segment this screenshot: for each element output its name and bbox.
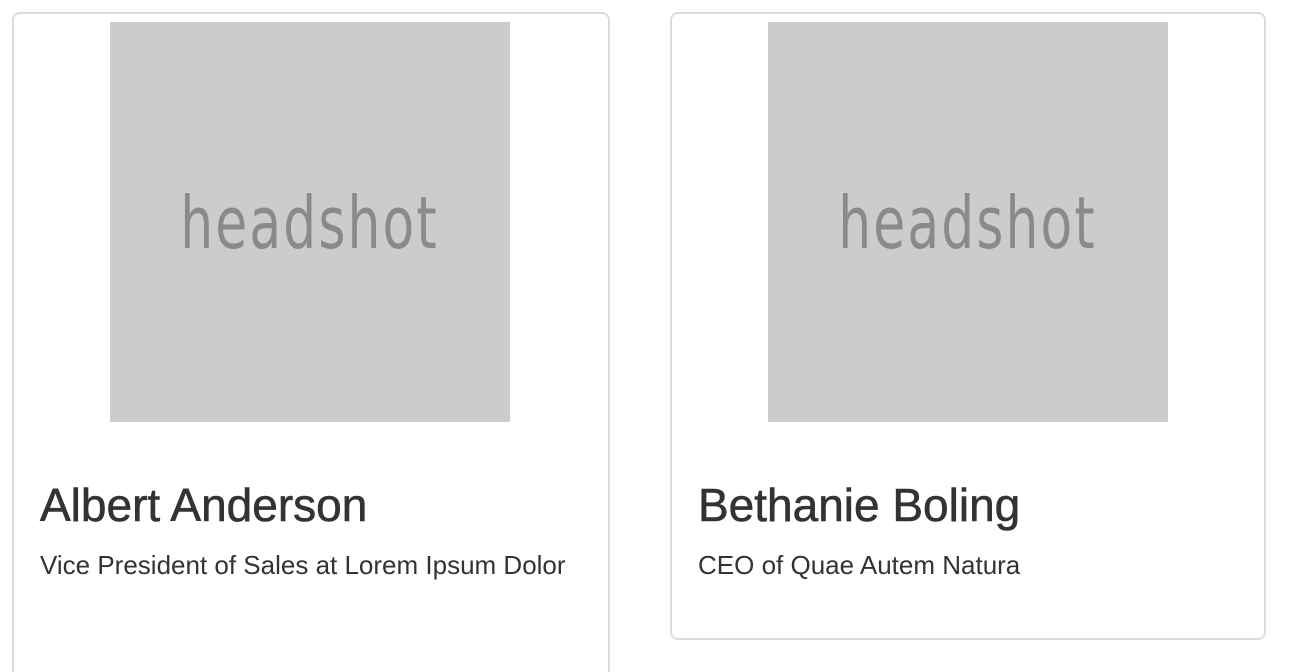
card-caption: Albert Anderson Vice President of Sales … (40, 480, 582, 585)
profile-card-bethanie-boling: headshot Bethanie Boling CEO of Quae Aut… (670, 12, 1266, 640)
headshot-placeholder-label: headshot (838, 181, 1098, 265)
person-title: Vice President of Sales at Lorem Ipsum D… (40, 549, 566, 580)
person-title: CEO of Quae Autem Natura (698, 549, 1021, 580)
card-caption: Bethanie Boling CEO of Quae Autem Natura (698, 480, 1238, 585)
headshot-placeholder-label: headshot (180, 181, 440, 265)
person-name: Albert Anderson (40, 479, 368, 531)
headshot-placeholder-image: headshot (768, 22, 1168, 422)
profile-card-albert-anderson: headshot Albert Anderson Vice President … (12, 12, 610, 672)
headshot-placeholder-image: headshot (110, 22, 510, 422)
person-name: Bethanie Boling (698, 479, 1021, 531)
page: headshot Albert Anderson Vice President … (0, 0, 1290, 672)
